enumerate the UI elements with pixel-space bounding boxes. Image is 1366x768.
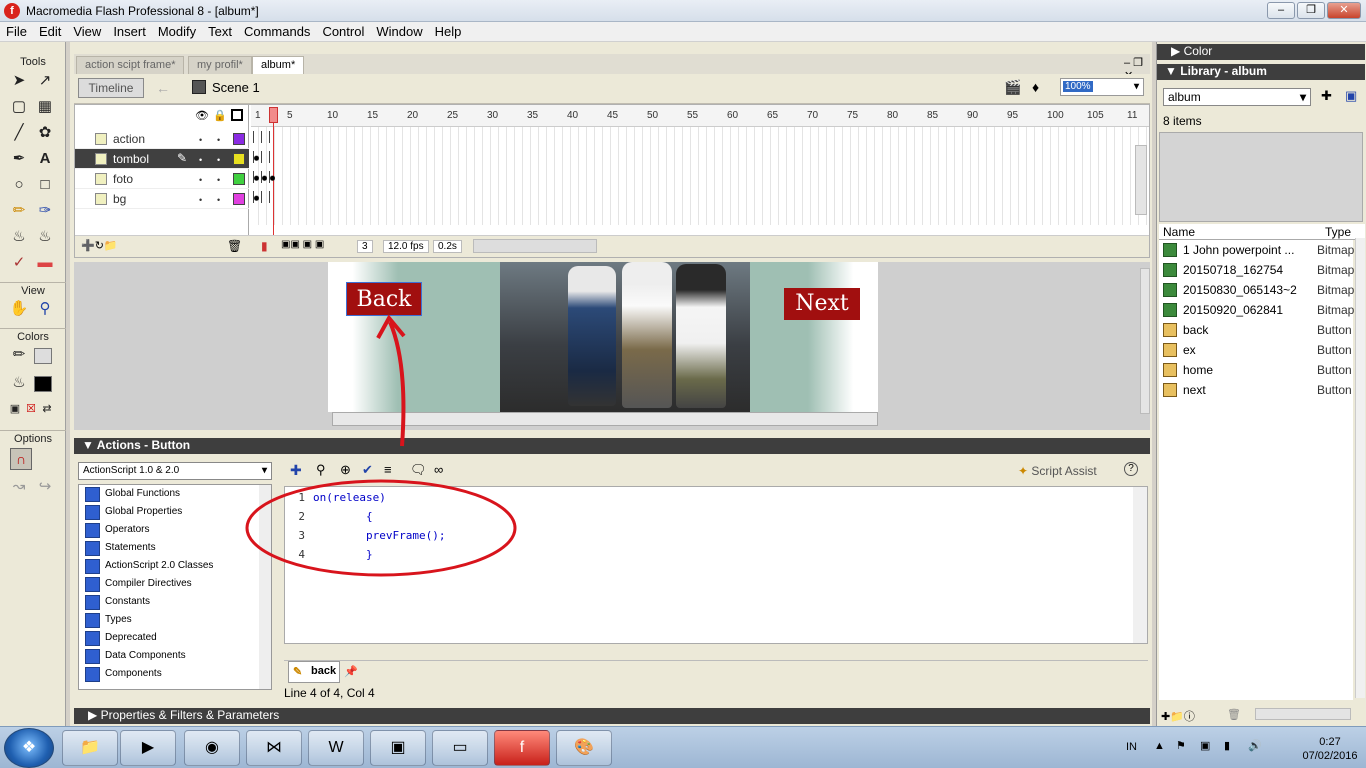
explorer-taskbar-icon[interactable]: 📁 xyxy=(62,730,118,766)
clock-time: 0:27 xyxy=(1319,736,1341,748)
tray-network-icon[interactable]: ▮ xyxy=(1224,739,1230,752)
flash-taskbar-icon[interactable]: f xyxy=(494,730,550,766)
paint-taskbar-icon[interactable]: 🎨 xyxy=(556,730,612,766)
media-player-taskbar-icon[interactable]: ▶ xyxy=(120,730,176,766)
photo-viewer-taskbar-icon[interactable]: ▣ xyxy=(370,730,426,766)
system-tray: IN ▲ ⚑ ▣ ▮ 🔊 0:27 07/02/2016 xyxy=(1120,733,1366,765)
windows-logo-icon: ❖ xyxy=(21,739,37,756)
clock[interactable]: 0:27 07/02/2016 xyxy=(1300,735,1360,763)
word-taskbar-icon[interactable]: W xyxy=(308,730,364,766)
tray-expand-icon[interactable]: ▲ xyxy=(1154,740,1165,752)
clock-date: 07/02/2016 xyxy=(1302,750,1358,762)
start-button[interactable]: ❖ xyxy=(4,728,54,768)
notes-taskbar-icon[interactable]: ▭ xyxy=(432,730,488,766)
tray-volume-icon[interactable]: 🔊 xyxy=(1248,739,1262,752)
annotation-overlay xyxy=(245,314,517,577)
tray-flag-icon[interactable]: ⚑ xyxy=(1176,739,1186,752)
tray-power-icon[interactable]: ▣ xyxy=(1200,739,1210,752)
visual-studio-taskbar-icon[interactable]: ⋈ xyxy=(246,730,302,766)
annotation-ellipse xyxy=(245,479,517,577)
firefox-taskbar-icon[interactable]: ◉ xyxy=(184,730,240,766)
annotation-arrow xyxy=(388,321,406,447)
taskbar: ❖ 📁 ▶ ◉ ⋈ W ▣ ▭ f 🎨 IN ▲ ⚑ ▣ ▮ 🔊 0:27 07… xyxy=(0,726,1366,768)
language-indicator[interactable]: IN xyxy=(1126,741,1137,753)
